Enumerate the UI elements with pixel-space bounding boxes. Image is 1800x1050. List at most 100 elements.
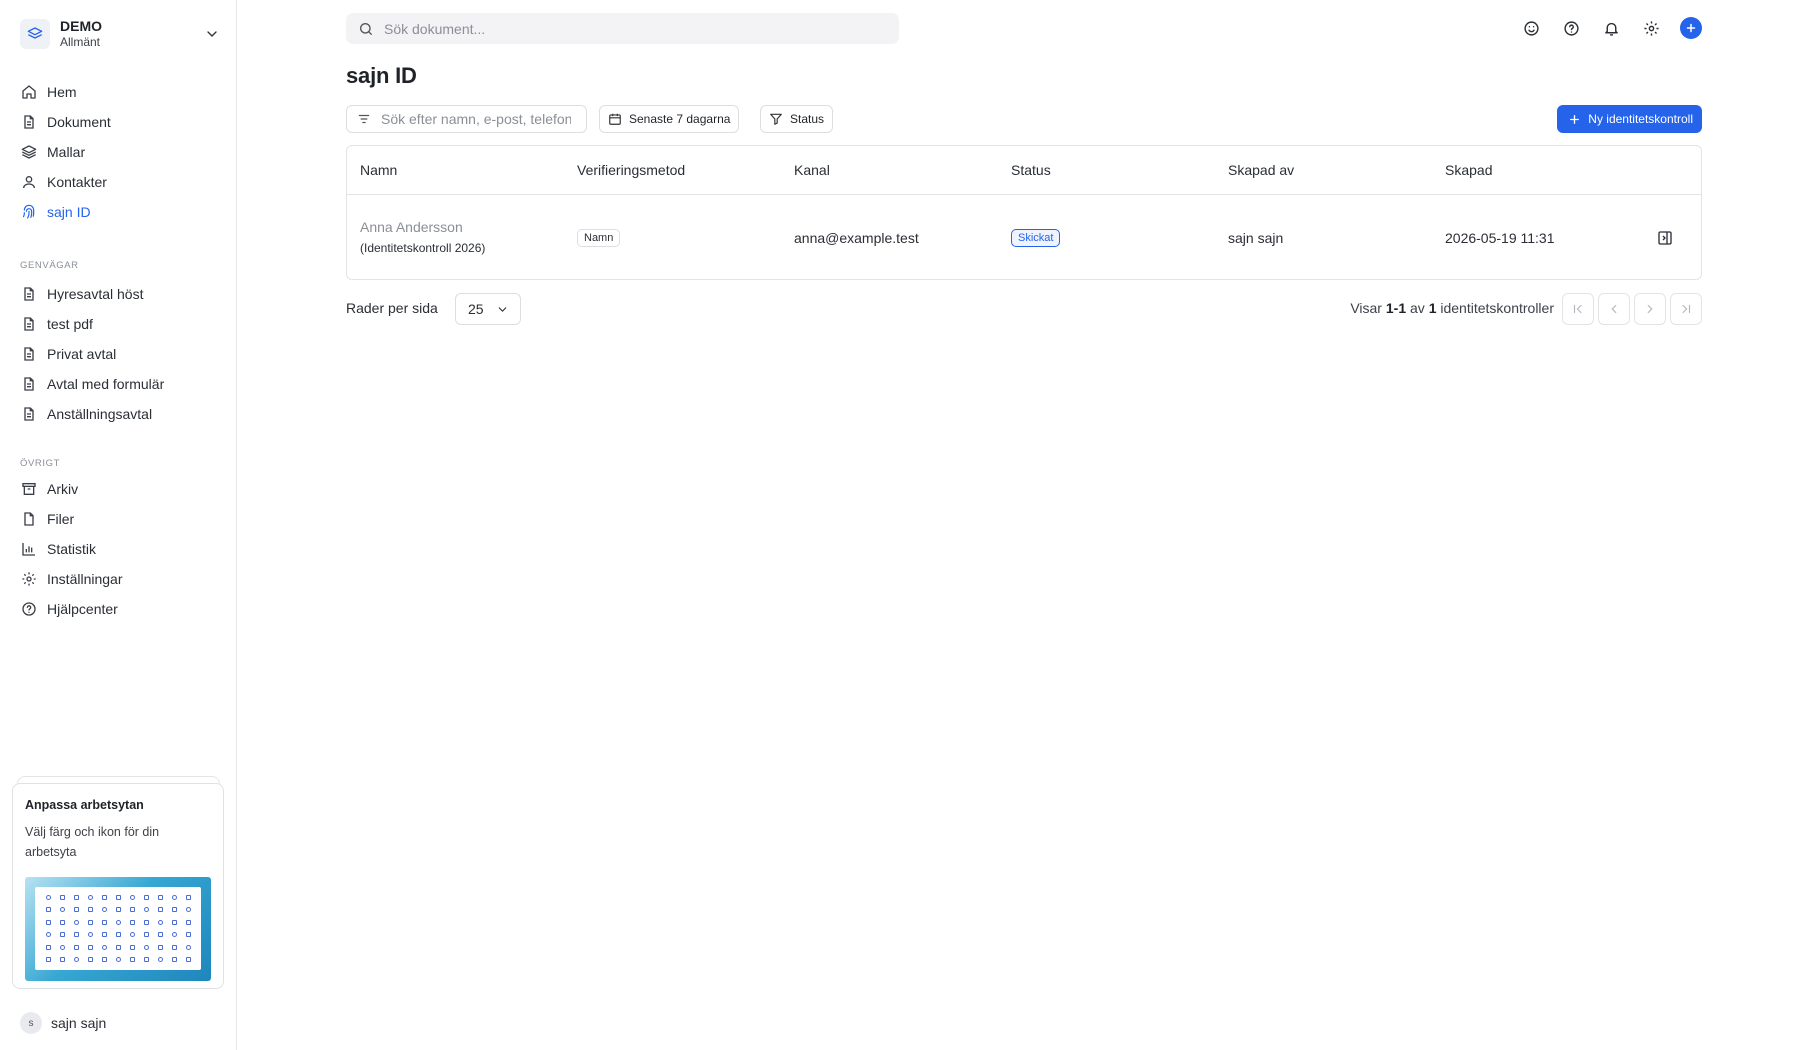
grid-glyph-icon [111, 916, 125, 929]
previous-page-button[interactable] [1598, 293, 1630, 325]
grid-glyph-icon [181, 929, 195, 942]
grid-glyph-icon [41, 916, 55, 929]
column-header-created[interactable]: Skapad [1445, 162, 1492, 178]
nav-item-kontakter[interactable]: Kontakter [20, 167, 224, 197]
chevron-down-icon [204, 26, 220, 42]
nav-label: Privat avtal [47, 346, 117, 362]
grid-glyph-icon [139, 954, 153, 967]
gear-icon [20, 571, 37, 588]
nav-item-filer[interactable]: Filer [20, 504, 224, 534]
grid-glyph-icon [125, 929, 139, 942]
shortcut-item[interactable]: Privat avtal [20, 339, 224, 369]
layers-icon [20, 19, 50, 49]
first-page-button[interactable] [1562, 293, 1594, 325]
grid-glyph-icon [111, 904, 125, 917]
grid-glyph-icon [153, 891, 167, 904]
plus-icon [1568, 113, 1581, 126]
new-identity-check-button[interactable]: Ny identitetskontroll [1557, 105, 1702, 133]
grid-glyph-icon [97, 891, 111, 904]
plus-circle-icon[interactable] [1680, 17, 1702, 39]
table-search-input[interactable] [381, 111, 571, 127]
layers-icon [20, 144, 37, 161]
cell-channel: anna@example.test [794, 229, 919, 246]
table-header: Namn Verifieringsmetod Kanal Status Skap… [347, 146, 1701, 195]
grid-glyph-icon [97, 929, 111, 942]
top-toolbar [1502, 17, 1702, 39]
archive-icon [20, 481, 37, 498]
promo-title: Anpassa arbetsytan [25, 798, 144, 812]
grid-glyph-icon [83, 916, 97, 929]
nav-item-statistik[interactable]: Statistik [20, 534, 224, 564]
status-filter-label: Status [790, 112, 825, 126]
shortcut-item[interactable]: Hyresavtal höst [20, 279, 224, 309]
table-row[interactable]: Anna Andersson (Identitetskontroll 2026)… [347, 195, 1701, 280]
grid-glyph-icon [83, 929, 97, 942]
document-icon [20, 286, 37, 303]
next-page-button[interactable] [1634, 293, 1666, 325]
column-header-created-by[interactable]: Skapad av [1228, 162, 1294, 178]
grid-glyph-icon [83, 891, 97, 904]
grid-glyph-icon [153, 916, 167, 929]
main-nav: Hem Dokument Mallar Kontakter sajn ID [20, 77, 224, 227]
nav-item-arkiv[interactable]: Arkiv [20, 474, 224, 504]
table-search[interactable] [346, 105, 587, 133]
search-input[interactable] [384, 20, 864, 37]
column-header-name[interactable]: Namn [360, 162, 397, 178]
status-filter[interactable]: Status [760, 105, 834, 133]
nav-item-mallar[interactable]: Mallar [20, 137, 224, 167]
cell-created-by: sajn sajn [1228, 229, 1284, 246]
grid-glyph-icon [41, 954, 55, 967]
nav-label: Hjälpcenter [47, 601, 118, 617]
grid-glyph-icon [41, 941, 55, 954]
shortcut-item[interactable]: Avtal med formulär [20, 369, 224, 399]
rows-per-page-select[interactable]: 25 [455, 293, 521, 325]
document-search[interactable] [346, 13, 899, 44]
shortcut-item[interactable]: test pdf [20, 309, 224, 339]
date-range-filter[interactable]: Senaste 7 dagarna [599, 105, 740, 133]
nav-item-dokument[interactable]: Dokument [20, 107, 224, 137]
user-name: sajn sajn [51, 1015, 107, 1031]
nav-label: Statistik [47, 541, 97, 557]
filter-lines-icon [357, 112, 371, 126]
user-menu[interactable]: s sajn sajn [20, 1012, 106, 1034]
summary-of: av [1410, 300, 1425, 316]
shortcuts-nav: Hyresavtal höst test pdf Privat avtal Av… [20, 279, 224, 429]
grid-glyph-icon [69, 929, 83, 942]
grid-glyph-icon [125, 954, 139, 967]
user-icon [20, 174, 37, 191]
nav-item-installningar[interactable]: Inställningar [20, 564, 224, 594]
grid-glyph-icon [181, 954, 195, 967]
nav-item-hjalpcenter[interactable]: Hjälpcenter [20, 594, 224, 624]
column-header-method[interactable]: Verifieringsmetod [577, 162, 685, 178]
gear-icon[interactable] [1640, 17, 1662, 39]
help-icon [20, 601, 37, 618]
workspace-switcher[interactable]: DEMO Allmänt [20, 16, 220, 52]
grid-glyph-icon [167, 891, 181, 904]
grid-glyph-icon [55, 941, 69, 954]
chevron-down-icon [496, 303, 509, 316]
grid-glyph-icon [139, 891, 153, 904]
column-header-status[interactable]: Status [1011, 162, 1051, 178]
file-icon [20, 511, 37, 528]
nav-item-hem[interactable]: Hem [20, 77, 224, 107]
open-panel-icon[interactable] [1657, 230, 1673, 246]
last-page-button[interactable] [1670, 293, 1702, 325]
column-header-channel[interactable]: Kanal [794, 162, 830, 178]
nav-item-sajn-id[interactable]: sajn ID [20, 197, 224, 227]
new-button-label: Ny identitetskontroll [1588, 112, 1693, 126]
bell-icon[interactable] [1600, 17, 1622, 39]
help-icon[interactable] [1560, 17, 1582, 39]
grid-glyph-icon [69, 891, 83, 904]
signer-name: Anna Andersson [360, 219, 463, 235]
customize-workspace-card[interactable]: Anpassa arbetsytan Välj färg och ikon fö… [12, 783, 224, 989]
icon-grid-illustration [35, 887, 201, 970]
grid-glyph-icon [181, 904, 195, 917]
grid-glyph-icon [153, 929, 167, 942]
grid-glyph-icon [125, 891, 139, 904]
grid-glyph-icon [153, 941, 167, 954]
shortcut-item[interactable]: Anställningsavtal [20, 399, 224, 429]
smiley-icon[interactable] [1520, 17, 1542, 39]
grid-glyph-icon [167, 941, 181, 954]
grid-glyph-icon [153, 904, 167, 917]
grid-glyph-icon [125, 941, 139, 954]
